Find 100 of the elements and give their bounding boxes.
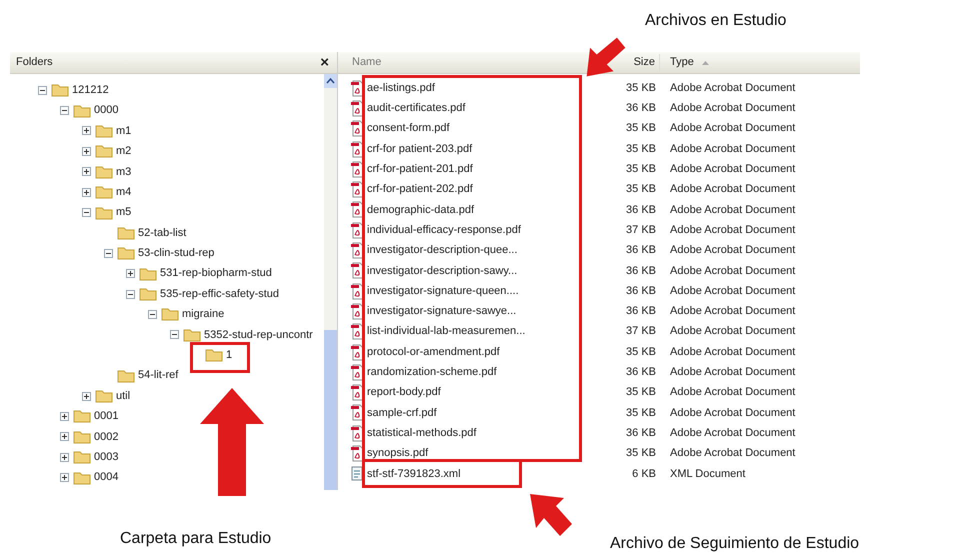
scroll-up-icon[interactable] xyxy=(324,74,337,88)
folder-name[interactable]: m3 xyxy=(116,164,132,180)
file-size: 36 KB xyxy=(625,284,657,299)
pdf-file-icon xyxy=(350,100,364,117)
file-name[interactable]: stf-stf-7391823.xml xyxy=(367,466,461,482)
folder-icon xyxy=(95,206,113,220)
file-name[interactable]: audit-certificates.pdf xyxy=(367,100,466,117)
file-name[interactable]: investigator-signature-sawye... xyxy=(367,303,516,320)
folder-name[interactable]: 0002 xyxy=(94,428,118,446)
pdf-file-icon xyxy=(350,222,364,239)
pdf-file-icon xyxy=(350,364,364,381)
pdf-file-icon xyxy=(350,323,364,340)
file-type: Adobe Acrobat Document xyxy=(669,365,796,380)
expand-toggle[interactable] xyxy=(82,188,91,197)
folder-name[interactable]: m1 xyxy=(116,122,132,140)
expand-toggle[interactable] xyxy=(126,269,135,278)
pdf-file-icon xyxy=(350,242,364,260)
folder-name[interactable]: 53-clin-stud-rep xyxy=(138,245,214,262)
pdf-file-icon xyxy=(350,384,364,402)
folder-name[interactable]: 0001 xyxy=(94,408,118,425)
collapse-toggle[interactable] xyxy=(148,310,157,319)
folder-icon xyxy=(139,287,157,302)
folder-name[interactable]: m5 xyxy=(116,204,132,221)
pointer-arrow xyxy=(585,36,627,78)
folder-name[interactable]: 121212 xyxy=(72,82,109,98)
file-name[interactable]: investigator-signature-queen.... xyxy=(367,282,519,300)
folder-icon xyxy=(117,226,135,240)
file-name[interactable]: sample-crf.pdf xyxy=(367,404,437,422)
file-name[interactable]: consent-form.pdf xyxy=(367,120,450,137)
highlight-frame xyxy=(190,342,250,373)
file-name[interactable]: protocol-or-amendment.pdf xyxy=(367,344,500,360)
column-header[interactable]: Name xyxy=(352,56,382,68)
collapse-toggle[interactable] xyxy=(60,106,69,116)
file-type: Adobe Acrobat Document xyxy=(669,385,796,400)
file-size: 37 KB xyxy=(625,222,657,238)
annotation-label: Archivo de Seguimiento de Estudio xyxy=(610,534,860,554)
collapse-toggle[interactable] xyxy=(126,290,135,299)
expand-toggle[interactable] xyxy=(82,392,91,401)
folder-icon xyxy=(73,430,91,444)
file-name[interactable]: individual-efficacy-response.pdf xyxy=(367,222,521,238)
folder-name[interactable]: 0000 xyxy=(94,102,118,119)
collapse-toggle[interactable] xyxy=(104,248,113,258)
xml-file-icon xyxy=(350,465,364,482)
folder-icon xyxy=(95,124,113,138)
expand-toggle[interactable] xyxy=(60,412,69,421)
expand-toggle[interactable] xyxy=(82,146,91,156)
file-name[interactable]: crf-for patient-203.pdf xyxy=(367,140,472,158)
file-size: 35 KB xyxy=(625,406,657,421)
pdf-file-icon xyxy=(350,444,364,462)
file-name[interactable]: demographic-data.pdf xyxy=(367,202,474,218)
file-size: 36 KB xyxy=(625,264,657,279)
file-name[interactable]: crf-for-patient-201.pdf xyxy=(367,161,473,178)
file-type: Adobe Acrobat Document xyxy=(669,162,796,178)
folder-name[interactable]: 52-tab-list xyxy=(138,224,186,242)
close-button[interactable]: × xyxy=(318,55,331,70)
file-type: Adobe Acrobat Document xyxy=(669,264,796,279)
collapse-toggle[interactable] xyxy=(38,86,47,95)
folder-name[interactable]: 531-rep-biopharm-stud xyxy=(160,265,272,282)
file-type: Adobe Acrobat Document xyxy=(669,101,796,116)
file-name[interactable]: investigator-description-quee... xyxy=(367,242,518,259)
pdf-file-icon xyxy=(350,302,364,320)
file-name[interactable]: randomization-scheme.pdf xyxy=(367,364,497,381)
file-type: Adobe Acrobat Document xyxy=(669,426,796,441)
file-name[interactable]: report-body.pdf xyxy=(367,384,441,401)
file-name[interactable]: investigator-description-sawy... xyxy=(367,262,518,280)
pdf-file-icon xyxy=(350,262,364,280)
pdf-file-icon xyxy=(350,140,364,158)
expand-toggle[interactable] xyxy=(82,167,91,176)
collapse-toggle[interactable] xyxy=(170,330,179,340)
file-name[interactable]: synopsis.pdf xyxy=(367,445,428,462)
file-name[interactable]: crf-for-patient-202.pdf xyxy=(367,181,473,198)
folder-icon xyxy=(95,389,113,404)
expand-toggle[interactable] xyxy=(82,126,91,136)
folder-name[interactable]: util xyxy=(116,388,130,404)
file-type: Adobe Acrobat Document xyxy=(669,182,796,198)
folder-icon xyxy=(161,307,179,322)
collapse-toggle[interactable] xyxy=(82,208,91,218)
folder-name[interactable]: m4 xyxy=(116,184,132,200)
file-name[interactable]: statistical-methods.pdf xyxy=(367,424,476,442)
folder-name[interactable]: 0004 xyxy=(94,469,118,486)
expand-toggle[interactable] xyxy=(60,473,69,482)
expand-toggle[interactable] xyxy=(60,452,69,462)
column-header[interactable]: Type xyxy=(670,54,694,71)
folder-name[interactable]: migraine xyxy=(182,306,224,323)
file-type: Adobe Acrobat Document xyxy=(669,284,796,299)
folder-icon xyxy=(117,368,135,383)
column-header[interactable]: Size xyxy=(634,54,655,71)
expand-toggle[interactable] xyxy=(60,432,69,442)
file-name[interactable]: list-individual-lab-measuremen... xyxy=(367,323,526,340)
pdf-file-icon xyxy=(350,344,364,360)
folder-name[interactable]: 5352-stud-rep-uncontr xyxy=(204,326,313,344)
file-name[interactable]: ae-listings.pdf xyxy=(367,80,435,96)
folder-name[interactable]: 0003 xyxy=(94,448,118,466)
scroll-thumb[interactable] xyxy=(324,330,337,490)
file-type: Adobe Acrobat Document xyxy=(669,222,796,238)
folder-name[interactable]: 535-rep-effic-safety-stud xyxy=(160,286,280,302)
folder-name[interactable]: 54-lit-ref xyxy=(138,367,178,384)
scrollbar[interactable] xyxy=(324,74,337,490)
folder-name[interactable]: 1 xyxy=(226,347,232,364)
folder-name[interactable]: m2 xyxy=(116,143,132,160)
